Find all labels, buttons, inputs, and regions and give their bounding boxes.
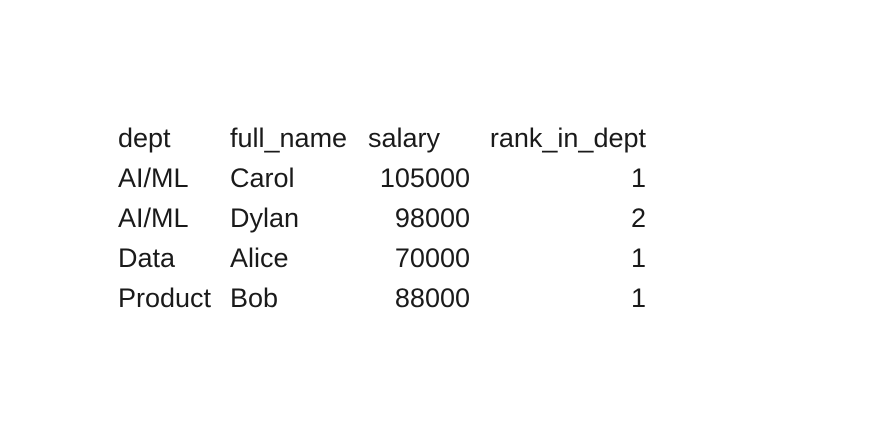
result-table: dept full_name salary rank_in_dept AI/ML… xyxy=(118,118,646,318)
cell-dept: AI/ML xyxy=(118,163,189,193)
header-row: dept full_name salary rank_in_dept xyxy=(118,118,646,158)
column-header-full-name: full_name xyxy=(230,123,348,153)
cell-dept: Data xyxy=(118,243,176,273)
cell-rank-in-dept: 1 xyxy=(630,283,646,313)
cell-full-name: Carol xyxy=(230,163,295,193)
cell-full-name: Bob xyxy=(230,283,279,313)
cell-rank-in-dept: 1 xyxy=(630,163,646,193)
cell-dept: Product xyxy=(118,283,212,313)
column-header-rank-in-dept: rank_in_dept xyxy=(489,123,646,153)
column-header-dept: dept xyxy=(118,123,171,153)
cell-rank-in-dept: 1 xyxy=(630,243,646,273)
table-body: AI/ML Carol 105000 1 AI/ML Dylan 98000 2… xyxy=(118,158,646,318)
cell-rank-in-dept: 2 xyxy=(630,203,646,233)
table-row: Data Alice 70000 1 xyxy=(118,238,646,278)
table-row: Product Bob 88000 1 xyxy=(118,278,646,318)
cell-salary: 88000 xyxy=(394,283,470,313)
table-header: dept full_name salary rank_in_dept xyxy=(118,118,646,158)
table-row: AI/ML Carol 105000 1 xyxy=(118,158,646,198)
cell-salary: 98000 xyxy=(394,203,470,233)
cell-salary: 105000 xyxy=(379,163,470,193)
column-header-salary: salary xyxy=(368,123,441,153)
cell-salary: 70000 xyxy=(394,243,470,273)
cell-full-name: Alice xyxy=(230,243,289,273)
table-row: AI/ML Dylan 98000 2 xyxy=(118,198,646,238)
cell-dept: AI/ML xyxy=(118,203,189,233)
cell-full-name: Dylan xyxy=(230,203,300,233)
